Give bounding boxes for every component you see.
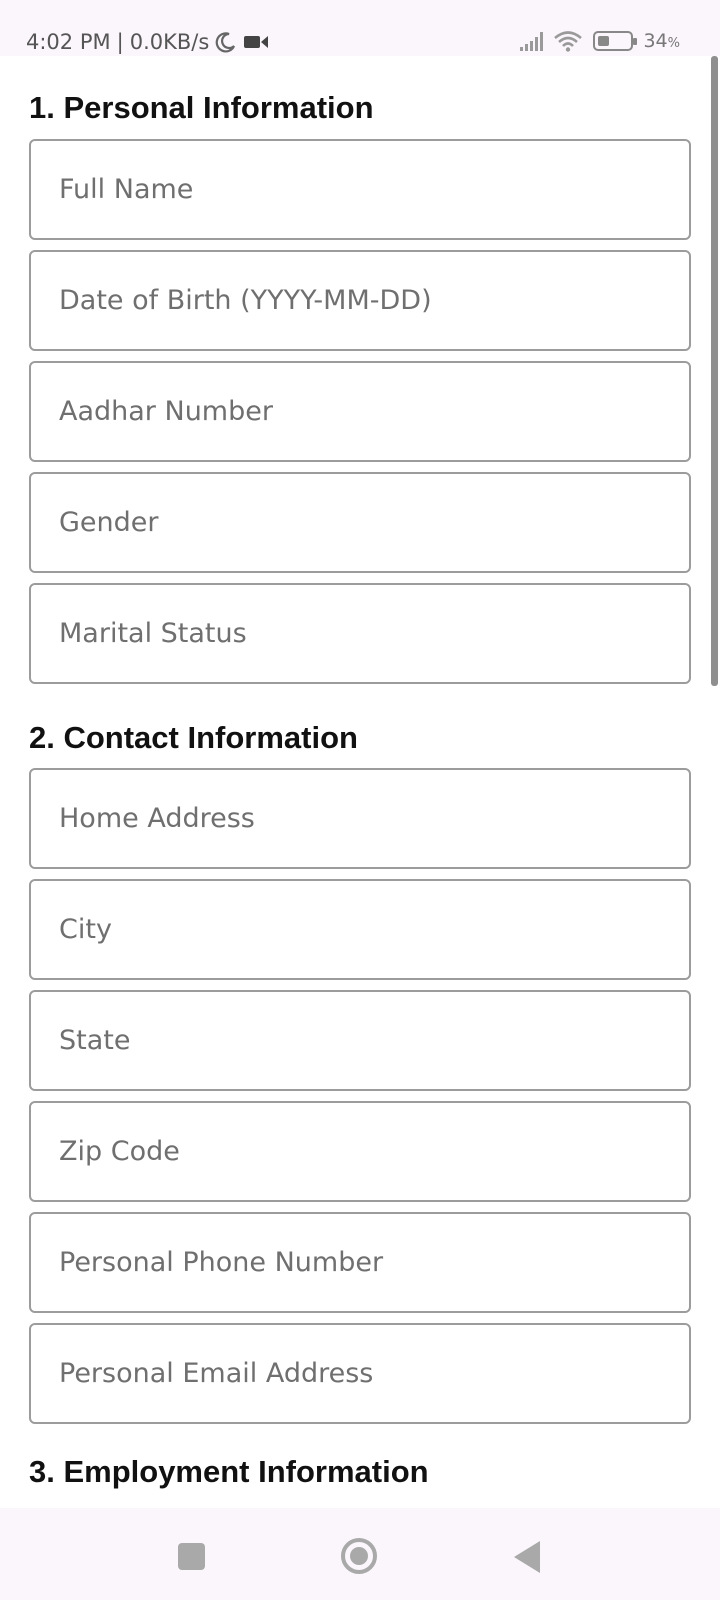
signal-icon: [520, 31, 544, 51]
full-name-input[interactable]: [59, 174, 689, 205]
status-right: 34%: [520, 30, 680, 52]
video-camera-icon: [244, 36, 269, 48]
home-address-input[interactable]: [59, 803, 689, 834]
battery-icon: [593, 31, 638, 51]
marital-status-input[interactable]: [59, 618, 689, 649]
recent-apps-icon[interactable]: [178, 1543, 205, 1570]
back-icon[interactable]: [514, 1541, 540, 1573]
aadhar-field[interactable]: [29, 361, 691, 462]
section-title-personal: 1. Personal Information: [29, 90, 374, 125]
email-field[interactable]: [29, 1323, 691, 1424]
dob-field[interactable]: [29, 250, 691, 351]
zip-code-input[interactable]: [59, 1136, 689, 1167]
section-title-employment: 3. Employment Information: [29, 1454, 429, 1489]
gender-input[interactable]: [59, 507, 689, 538]
scrollbar[interactable]: [711, 56, 718, 686]
phone-field[interactable]: [29, 1212, 691, 1313]
network-speed: 0.0KB/s: [129, 30, 210, 54]
status-time: 4:02 PM: [26, 30, 111, 54]
dob-input[interactable]: [59, 285, 689, 316]
city-input[interactable]: [59, 914, 689, 945]
aadhar-input[interactable]: [59, 396, 689, 427]
marital-status-field[interactable]: [29, 583, 691, 684]
battery-level: 34%: [643, 30, 680, 52]
email-input[interactable]: [59, 1358, 689, 1389]
form-content[interactable]: 1. Personal Information 2. Contact Infor…: [0, 56, 720, 1508]
wifi-icon: [554, 31, 583, 52]
status-bar: 4:02 PM | 0.0KB/s 34%: [0, 0, 720, 56]
state-field[interactable]: [29, 990, 691, 1091]
full-name-field[interactable]: [29, 139, 691, 240]
gender-field[interactable]: [29, 472, 691, 573]
status-left: 4:02 PM | 0.0KB/s: [26, 30, 269, 54]
home-icon[interactable]: [341, 1538, 377, 1574]
section-title-contact: 2. Contact Information: [29, 720, 358, 755]
phone-input[interactable]: [59, 1247, 689, 1278]
city-field[interactable]: [29, 879, 691, 980]
status-separator: |: [116, 30, 124, 54]
moon-icon: [215, 32, 236, 53]
home-address-field[interactable]: [29, 768, 691, 869]
zip-code-field[interactable]: [29, 1101, 691, 1202]
state-input[interactable]: [59, 1025, 689, 1056]
